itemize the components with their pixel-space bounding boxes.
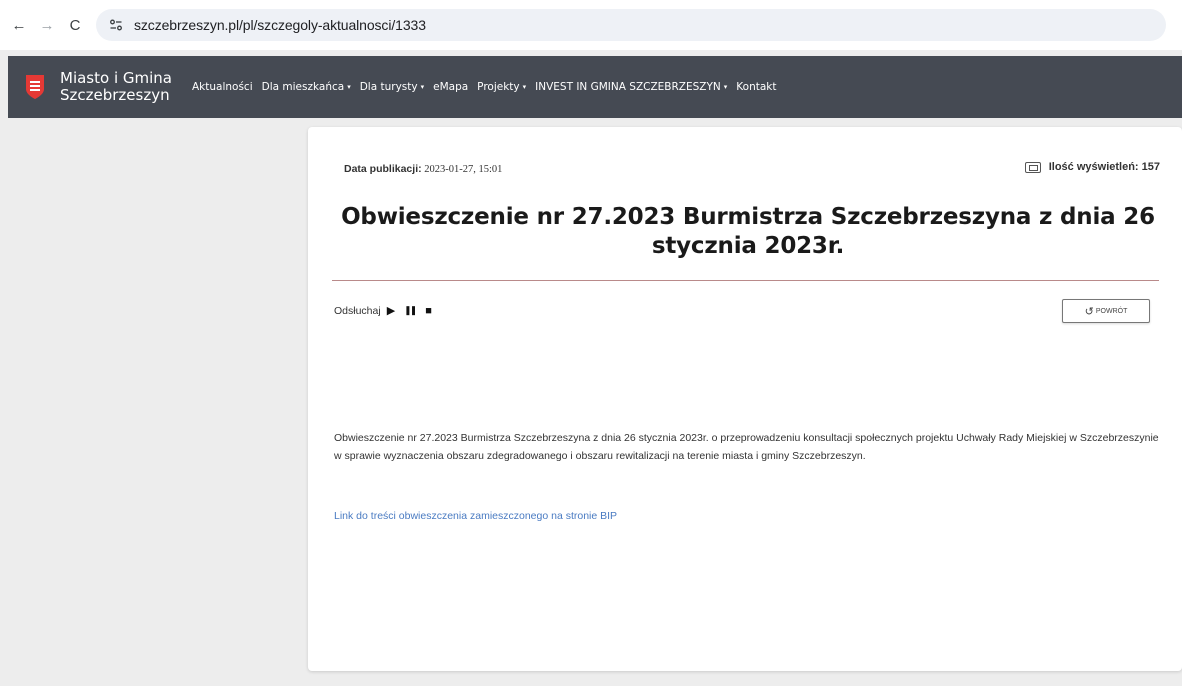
menu-item-2[interactable]: Dla turysty ▾ bbox=[360, 81, 424, 93]
menu-item-3[interactable]: eMapa bbox=[433, 81, 468, 93]
listen-label: Odsłuchaj bbox=[334, 304, 381, 317]
back-button[interactable]: ↺ POWRÓT bbox=[1062, 299, 1150, 323]
bip-link[interactable]: Link do treści obwieszczenia zamieszczon… bbox=[334, 510, 617, 522]
menu-item-1[interactable]: Dla mieszkańca ▾ bbox=[262, 81, 351, 93]
article-card: Data publikacji: 2023-01-27, 15:01 Ilość… bbox=[308, 127, 1182, 671]
site-brand[interactable]: Miasto i Gmina Szczebrzeszyn bbox=[60, 70, 172, 104]
stop-icon[interactable]: ■ bbox=[425, 305, 432, 317]
publication-date-value: 2023-01-27, 15:01 bbox=[424, 164, 503, 175]
publication-date-label: Data publikacji: bbox=[344, 163, 422, 175]
menu-item-label: Dla mieszkańca bbox=[261, 81, 345, 93]
chevron-down-icon: ▾ bbox=[723, 83, 728, 91]
main-menu: Aktualności Dla mieszkańca ▾ Dla turysty ▾ eM… bbox=[192, 81, 786, 93]
menu-item-label: INVEST IN GMINA SZCZEBRZESZYN bbox=[535, 81, 721, 93]
menu-item-label: Kontakt bbox=[736, 81, 777, 93]
menu-item-4[interactable]: Projekty ▾ bbox=[477, 81, 526, 93]
chevron-down-icon: ▾ bbox=[522, 83, 527, 91]
views-label: Ilość wyświetleń: 157 bbox=[1048, 161, 1160, 173]
audio-player: Odsłuchaj ▶ ❚❚ ■ bbox=[334, 304, 432, 318]
site-info-icon[interactable] bbox=[106, 15, 126, 35]
address-bar[interactable]: szczebrzeszyn.pl/pl/szczegoly-aktualnosc… bbox=[96, 9, 1166, 41]
menu-item-label: Projekty bbox=[477, 81, 520, 93]
brand-line-2: Szczebrzeszyn bbox=[60, 86, 170, 104]
chevron-down-icon: ▾ bbox=[347, 83, 351, 91]
undo-arrow-icon: ↺ bbox=[1084, 305, 1094, 318]
title-divider bbox=[332, 280, 1159, 281]
pause-icon[interactable]: ❚❚ bbox=[404, 305, 417, 316]
shield-logo-icon[interactable] bbox=[24, 73, 46, 101]
menu-item-label: eMapa bbox=[433, 81, 469, 93]
forward-arrow-icon[interactable]: → bbox=[36, 14, 58, 36]
view-counter: Ilość wyświetleń: 157 bbox=[1024, 161, 1160, 173]
menu-item-6[interactable]: Kontakt bbox=[736, 81, 776, 93]
publication-date: Data publikacji: 2023-01-27, 15:01 bbox=[344, 163, 502, 175]
article-title: Obwieszczenie nr 27.2023 Burmistrza Szcz… bbox=[341, 204, 1155, 259]
reload-icon[interactable]: C bbox=[64, 14, 86, 36]
back-arrow-icon[interactable]: ← bbox=[8, 14, 30, 36]
site-navbar: Miasto i Gmina Szczebrzeszyn Aktualności… bbox=[8, 56, 1182, 118]
views-icon bbox=[1024, 161, 1041, 173]
url-text[interactable]: szczebrzeszyn.pl/pl/szczegoly-aktualnosc… bbox=[134, 17, 426, 33]
menu-item-label: Dla turysty bbox=[359, 81, 418, 93]
chevron-down-icon: ▾ bbox=[420, 83, 425, 91]
menu-item-label: Aktualności bbox=[191, 81, 253, 93]
play-icon[interactable]: ▶ bbox=[387, 304, 395, 317]
menu-item-5[interactable]: INVEST IN GMINA SZCZEBRZESZYN ▾ bbox=[535, 81, 727, 93]
brand-line-1: Miasto i Gmina bbox=[60, 69, 172, 87]
menu-item-0[interactable]: Aktualności bbox=[192, 81, 253, 93]
back-button-label: POWRÓT bbox=[1095, 307, 1128, 315]
browser-toolbar: ← → C szczebrzeszyn.pl/pl/szczegoly-aktu… bbox=[0, 0, 1182, 50]
article-body: Obwieszczenie nr 27.2023 Burmistrza Szcz… bbox=[334, 432, 1159, 462]
